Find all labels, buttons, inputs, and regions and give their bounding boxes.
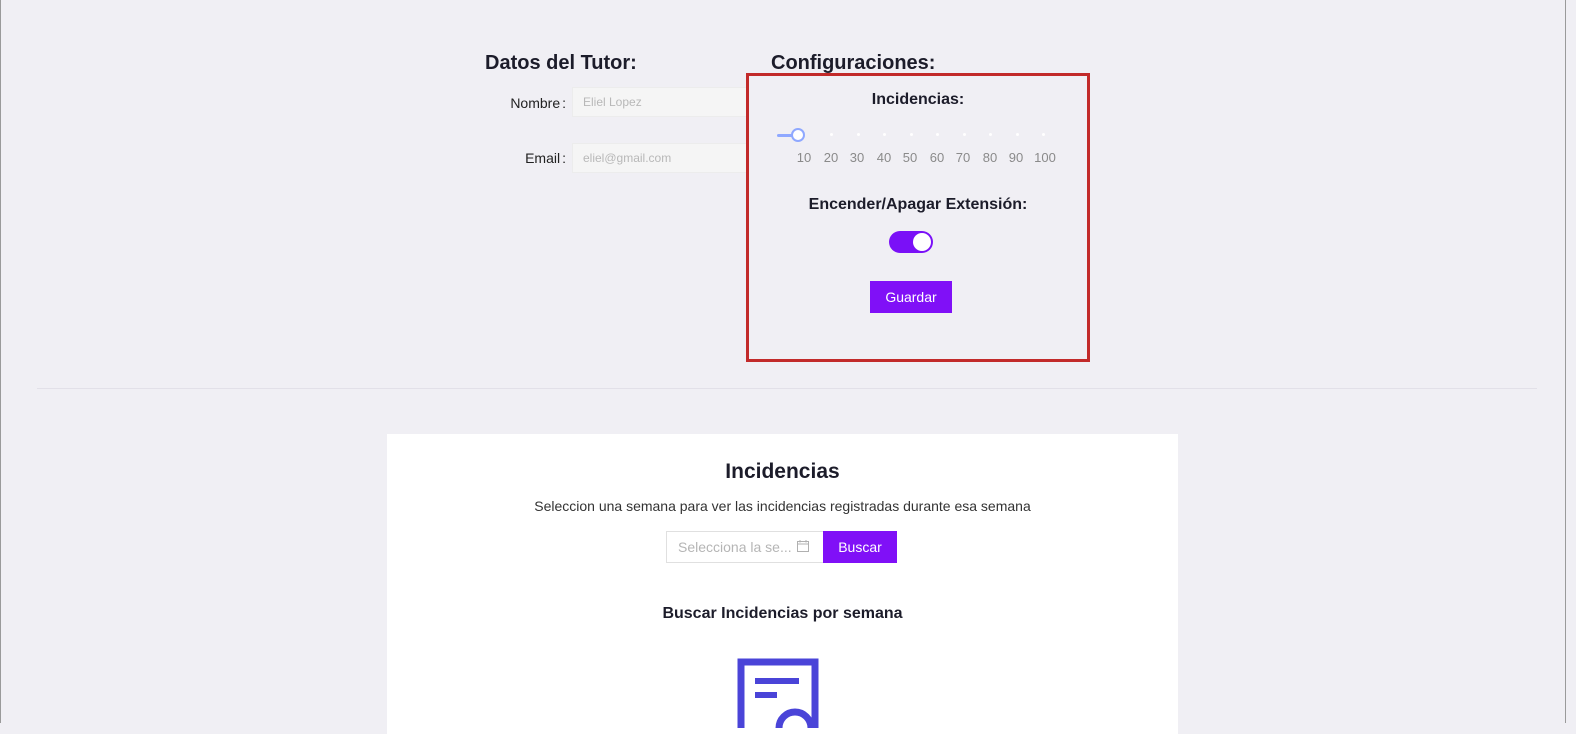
- slider-step-dot: [963, 133, 966, 136]
- slider-mark: 90: [1008, 150, 1024, 165]
- extension-toggle-label: Encender/Apagar Extensión:: [808, 196, 1028, 213]
- document-search-icon: [737, 658, 819, 728]
- slider-mark: 80: [982, 150, 998, 165]
- slider-mark: 20: [823, 150, 839, 165]
- settings-panel: Incidencias: 10 20 30 40 50 60 70 80 90 …: [746, 73, 1090, 362]
- slider-mark: 50: [902, 150, 918, 165]
- search-button[interactable]: Buscar: [823, 531, 897, 563]
- settings-section-title: Configuraciones:: [771, 52, 936, 74]
- calendar-icon: [797, 540, 809, 552]
- toggle-knob: [913, 233, 931, 251]
- slider-mark: 30: [849, 150, 865, 165]
- incidences-description: Seleccion una semana para ver las incide…: [534, 498, 1031, 514]
- slider-handle[interactable]: [791, 128, 805, 142]
- incidences-card: Incidencias Seleccion una semana para ve…: [387, 434, 1178, 734]
- incidences-title: Incidencias: [725, 460, 840, 483]
- tutor-section-title: Datos del Tutor:: [485, 52, 637, 74]
- slider-mark: 70: [955, 150, 971, 165]
- incidences-slider[interactable]: [777, 128, 1049, 142]
- name-field[interactable]: Eliel Lopez: [572, 87, 748, 117]
- window-right-border: [1565, 0, 1566, 723]
- week-picker-placeholder: Selecciona la se...: [678, 539, 792, 555]
- slider-step-dot: [1042, 133, 1045, 136]
- slider-mark: 10: [796, 150, 812, 165]
- slider-mark: 100: [1034, 150, 1056, 165]
- slider-mark: 60: [929, 150, 945, 165]
- extension-toggle[interactable]: [889, 231, 933, 253]
- name-label: Nombre:: [510, 95, 566, 111]
- incidences-search-subtitle: Buscar Incidencias por semana: [662, 605, 903, 622]
- incidences-slider-label: Incidencias:: [871, 91, 965, 108]
- slider-step-dot: [883, 133, 886, 136]
- week-picker-input[interactable]: Selecciona la se...: [666, 531, 824, 563]
- email-label: Email:: [525, 150, 566, 166]
- slider-step-dot: [830, 133, 833, 136]
- slider-rail[interactable]: [777, 134, 1049, 136]
- section-divider: [37, 388, 1537, 389]
- slider-marks: 10 20 30 40 50 60 70 80 90 100: [749, 150, 1093, 166]
- slider-step-dot: [989, 133, 992, 136]
- email-field[interactable]: eliel@gmail.com: [572, 143, 748, 173]
- slider-step-dot: [910, 133, 913, 136]
- slider-step-dot: [936, 133, 939, 136]
- window-left-border: [0, 0, 1, 723]
- slider-mark: 40: [876, 150, 892, 165]
- slider-step-dot: [857, 133, 860, 136]
- save-button[interactable]: Guardar: [870, 281, 952, 313]
- slider-step-dot: [1016, 133, 1019, 136]
